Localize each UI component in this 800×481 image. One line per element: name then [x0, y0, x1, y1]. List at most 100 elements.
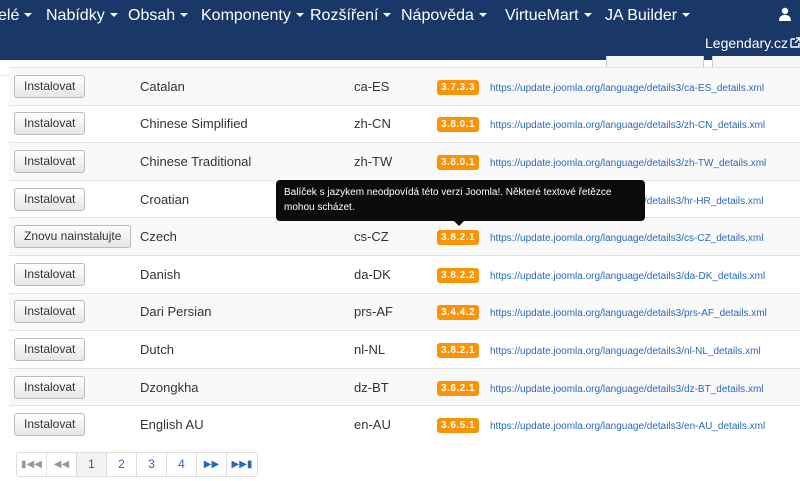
menu-item-label: Nápověda: [401, 7, 474, 24]
tooltip-line: mohou scházet.: [284, 202, 355, 213]
menu-item-ja-builder[interactable]: JA Builder: [605, 7, 691, 25]
button-cell: Instalovat: [9, 330, 136, 369]
name-cell: Chinese Traditional: [136, 142, 350, 181]
tag-cell: da-DK: [350, 254, 437, 294]
language-name: Czech: [140, 229, 177, 245]
menu-item-menus[interactable]: Nabídky: [46, 7, 118, 25]
menu-item-content[interactable]: Obsah: [128, 7, 189, 25]
caret-down-icon: [478, 12, 487, 17]
install-button[interactable]: Instalovat: [14, 112, 86, 136]
version-badge: 3.7.3.3: [437, 79, 480, 95]
user-icon[interactable]: [778, 7, 792, 21]
details-url[interactable]: https://update.joomla.org/language/detai…: [490, 346, 761, 357]
name-cell: Chinese Simplified: [136, 104, 350, 143]
caret-down-icon: [180, 12, 189, 17]
menu-item-label: Nabídky: [46, 7, 105, 24]
previous-page-icon[interactable]: ◀◀: [47, 453, 77, 476]
caret-down-icon: [682, 12, 691, 17]
url-cell: https://update.joomla.org/language/detai…: [490, 104, 800, 143]
first-page-icon[interactable]: ▮◀◀: [17, 453, 47, 476]
details-url[interactable]: https://update.joomla.org/language/detai…: [490, 308, 767, 319]
install-button[interactable]: Instalovat: [14, 262, 86, 286]
details-url[interactable]: https://update.joomla.org/language/detai…: [490, 120, 765, 131]
language-tag: cs-CZ: [354, 229, 389, 245]
install-button[interactable]: Znovu nainstalujte: [14, 225, 132, 249]
language-tag: zh-CN: [354, 116, 391, 132]
menu-item-extensions[interactable]: Rozšíření: [310, 7, 392, 25]
menu-item-label: Rozšíření: [310, 7, 379, 24]
tag-cell: ca-ES: [350, 67, 437, 106]
table-row: Instalovat Danish da-DK 3.8.2.2 https://upda…: [9, 254, 800, 294]
menu-item-label: Komponenty: [201, 7, 291, 24]
version-cell: 3.8.2.2: [437, 254, 490, 294]
button-cell: Instalovat: [9, 104, 136, 143]
last-page-icon[interactable]: ▶▶▮: [227, 453, 257, 476]
version-cell: 3.6.5.1: [437, 405, 490, 444]
details-url[interactable]: https://update.joomla.org/language/detai…: [490, 83, 764, 94]
details-url[interactable]: https://update.joomla.org/language/detai…: [490, 158, 766, 169]
install-button[interactable]: Instalovat: [14, 300, 86, 324]
url-cell: https://update.joomla.org/language/detai…: [490, 405, 800, 444]
url-cell: https://update.joomla.org/language/detai…: [490, 67, 800, 106]
menu-item-help[interactable]: Nápověda: [401, 7, 487, 25]
table-row: Instalovat Chinese Simplified zh-CN 3.8.0.1…: [9, 104, 800, 143]
name-cell: Danish: [136, 254, 350, 294]
name-cell: English AU: [136, 405, 350, 444]
tag-cell: en-AU: [350, 405, 437, 444]
tag-cell: zh-CN: [350, 104, 437, 143]
version-badge: 3.6.2.1: [437, 380, 480, 396]
language-tag: dz-BT: [354, 379, 389, 395]
table-row: Instalovat Dutch nl-NL 3.8.2.1 https://updat…: [9, 330, 800, 369]
table-row: Instalovat Dzongkha dz-BT 3.6.2.1 https://up…: [9, 367, 800, 406]
language-name: Catalan: [140, 78, 185, 94]
menu-item-label: elé: [0, 7, 20, 24]
version-badge: 3.6.5.1: [437, 418, 480, 434]
page-link[interactable]: 2: [107, 453, 137, 476]
language-name: Dari Persian: [140, 304, 212, 320]
table-row: Instalovat Catalan ca-ES 3.7.3.3 https://upd…: [9, 67, 800, 106]
url-cell: https://update.joomla.org/language/detai…: [490, 254, 800, 294]
url-cell: https://update.joomla.org/language/detai…: [490, 292, 800, 331]
url-cell: https://update.joomla.org/language/detai…: [490, 217, 800, 256]
details-url[interactable]: https://update.joomla.org/language/detai…: [490, 271, 765, 282]
install-button[interactable]: Instalovat: [14, 337, 86, 361]
version-cell: 3.8.2.1: [437, 330, 490, 369]
language-table: Instalovat Catalan ca-ES 3.7.3.3 https://upd…: [9, 67, 800, 444]
caret-down-icon: [109, 12, 118, 17]
menu-item-virtuemart[interactable]: VirtueMart: [505, 7, 592, 25]
menu-item-components[interactable]: Komponenty: [201, 7, 304, 25]
page-link[interactable]: 4: [167, 453, 197, 476]
tooltip-line: Balíček s jazykem neodpovídá této verzi …: [284, 187, 612, 198]
install-button[interactable]: Instalovat: [14, 149, 86, 173]
next-page-icon[interactable]: ▶▶: [197, 453, 227, 476]
details-url[interactable]: https://update.joomla.org/language/detai…: [490, 421, 765, 432]
table-row: Instalovat Chinese Traditional zh-TW 3.8.0.…: [9, 142, 800, 181]
menu-item-system[interactable]: elé: [0, 7, 33, 25]
install-button[interactable]: Instalovat: [14, 375, 86, 399]
version-badge: 3.8.2.1: [437, 230, 480, 246]
install-button[interactable]: Instalovat: [14, 413, 86, 437]
button-cell: Instalovat: [9, 254, 136, 294]
language-tag: en-AU: [354, 417, 391, 433]
name-cell: Dzongkha: [136, 367, 350, 406]
button-cell: Instalovat: [9, 142, 136, 181]
site-link[interactable]: Legendary.cz: [705, 35, 788, 51]
version-badge: 3.4.4.2: [437, 305, 480, 321]
button-cell: Instalovat: [9, 179, 136, 218]
page-link[interactable]: 1: [77, 453, 107, 476]
button-cell: Instalovat: [9, 405, 136, 444]
tooltip-arrow: [454, 221, 464, 226]
tag-cell: cs-CZ: [350, 217, 437, 256]
details-url[interactable]: https://update.joomla.org/language/detai…: [490, 233, 763, 244]
name-cell: Czech: [136, 217, 350, 256]
install-button[interactable]: Instalovat: [14, 74, 86, 98]
caret-down-icon: [295, 12, 304, 17]
language-name: English AU: [140, 417, 204, 433]
language-tag: zh-TW: [354, 153, 393, 169]
install-button[interactable]: Instalovat: [14, 187, 86, 211]
details-url[interactable]: https://update.joomla.org/language/detai…: [490, 384, 764, 395]
tag-cell: zh-TW: [350, 142, 437, 181]
table-row: Instalovat Dari Persian prs-AF 3.4.4.2 https…: [9, 292, 800, 331]
language-name: Danish: [140, 266, 181, 282]
page-link[interactable]: 3: [137, 453, 167, 476]
